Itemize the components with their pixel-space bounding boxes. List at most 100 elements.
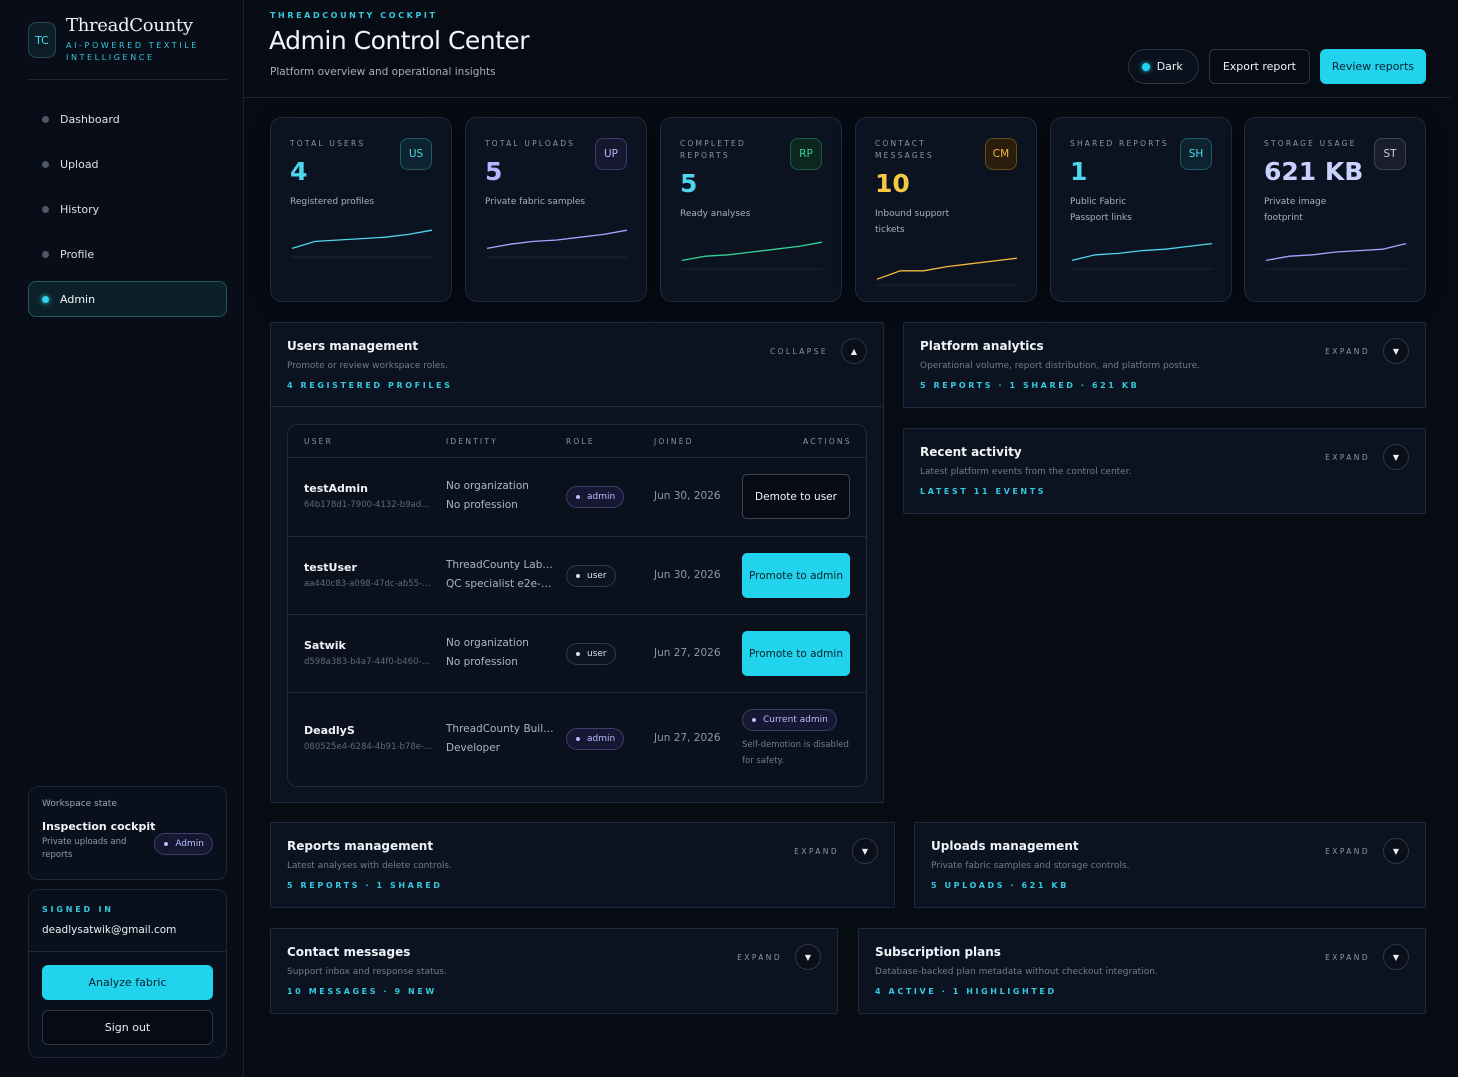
metric-value: 5	[680, 169, 698, 198]
expand-toggle[interactable]: EXPAND ▼	[1325, 944, 1409, 970]
user-org: No organization	[446, 637, 529, 649]
user-name: DeadlyS	[304, 724, 355, 737]
panel-title: Subscription plans	[875, 945, 1001, 959]
chevron-down-icon[interactable]: ▼	[1383, 944, 1409, 970]
chevron-down-icon[interactable]: ▼	[795, 944, 821, 970]
theme-toggle[interactable]: Dark	[1127, 49, 1199, 84]
column-header: IDENTITY	[446, 437, 498, 446]
role-badge: admin	[566, 728, 625, 750]
expand-toggle[interactable]: EXPAND ▼	[1325, 444, 1409, 470]
sparkline-line	[486, 229, 628, 250]
user-identity: No organization No profession	[446, 634, 556, 672]
metric-desc: Ready analyses	[680, 209, 751, 219]
user-id: 64b178d1-7900-4132-b9ad…	[304, 500, 430, 510]
page-title: Admin Control Center	[269, 26, 530, 55]
brand[interactable]: TC ThreadCounty AI-POWERED TEXTILE INTEL…	[28, 16, 206, 64]
panel-subtitle: Database-backed plan metadata without ch…	[875, 967, 1158, 977]
panel-subtitle: Latest platform events from the control …	[920, 467, 1132, 477]
chevron-up-icon[interactable]: ▲	[841, 338, 867, 364]
panel-title: Recent activity	[920, 445, 1022, 459]
expand-toggle[interactable]: EXPAND ▼	[1325, 338, 1409, 364]
panel-title: Uploads management	[931, 839, 1079, 853]
account-divider	[29, 951, 226, 952]
metric-sparkline	[876, 257, 1018, 286]
metric-value: 10	[875, 169, 910, 198]
storage-badge-icon: ST	[1374, 138, 1406, 170]
table-header: USER IDENTITY ROLE JOINED ACTIONS	[288, 425, 866, 458]
panel-title: Contact messages	[287, 945, 411, 959]
metric-sparkline	[486, 229, 628, 258]
analyze-fabric-button[interactable]: Analyze fabric	[42, 965, 213, 1000]
panel-subtitle: Private fabric samples and storage contr…	[931, 861, 1130, 871]
joined-date: Jun 30, 2026	[654, 490, 721, 502]
user-profession: No profession	[446, 656, 518, 668]
sidebar-item-profile[interactable]: Profile	[28, 236, 227, 272]
joined-date: Jun 27, 2026	[654, 732, 721, 744]
metric-card-uploads: TOTAL UPLOADS UP 5 Private fabric sample…	[465, 117, 647, 302]
table-row: testAdmin 64b178d1-7900-4132-b9ad… No or…	[288, 458, 866, 537]
metric-card-users: TOTAL USERS US 4 Registered profiles	[270, 117, 452, 302]
panel-title: Users management	[287, 339, 419, 353]
uploads-management-panel: Uploads management Private fabric sample…	[914, 822, 1426, 908]
role-badge: user	[566, 565, 616, 587]
demote-button[interactable]: Demote to user	[742, 474, 850, 519]
role-badge: admin	[566, 486, 625, 508]
subscription-plans-panel: Subscription plans Database-backed plan …	[858, 928, 1426, 1014]
workspace-role-badge: Admin	[154, 833, 213, 855]
sidebar-item-label: Profile	[60, 247, 95, 261]
workspace-state-card: Workspace state Inspection cockpit Priva…	[28, 786, 227, 880]
recent-activity-panel: Recent activity Latest platform events f…	[903, 428, 1426, 514]
workspace-name: Inspection cockpit	[42, 820, 156, 833]
metric-label: SHARED REPORTS	[1070, 139, 1169, 148]
sidebar-item-admin[interactable]: Admin	[28, 281, 227, 317]
chevron-down-icon[interactable]: ▼	[852, 838, 878, 864]
sidebar-item-label: Admin	[60, 292, 96, 306]
metric-card-storage: STORAGE USAGE ST 621 KB Private image fo…	[1244, 117, 1426, 302]
promote-button[interactable]: Promote to admin	[742, 553, 850, 598]
user-profession: QC specialist e2e-p…	[446, 578, 556, 590]
column-header: JOINED	[654, 437, 694, 446]
expand-toggle[interactable]: EXPAND ▼	[794, 838, 878, 864]
column-header: ACTIONS	[803, 437, 852, 446]
expand-toggle[interactable]: EXPAND ▼	[1325, 838, 1409, 864]
sidebar-divider	[28, 79, 227, 80]
sparkline-line	[1265, 242, 1407, 262]
sparkline-line	[291, 229, 433, 250]
promote-button[interactable]: Promote to admin	[742, 631, 850, 676]
contact-badge-icon: CM	[985, 138, 1017, 170]
joined-date: Jun 30, 2026	[654, 569, 721, 581]
sidebar-item-upload[interactable]: Upload	[28, 146, 227, 182]
review-reports-button[interactable]: Review reports	[1319, 49, 1426, 84]
admin-app: TC ThreadCounty AI-POWERED TEXTILE INTEL…	[0, 0, 1458, 1077]
metric-value: 1	[1070, 157, 1088, 186]
sidebar-item-dashboard[interactable]: Dashboard	[28, 101, 227, 137]
user-identity: No organization No profession	[446, 477, 556, 515]
chevron-down-icon[interactable]: ▼	[1383, 444, 1409, 470]
panel-subtitle: Latest analyses with delete controls.	[287, 861, 452, 871]
panel-meta: 5 UPLOADS · 621 KB	[931, 881, 1069, 890]
toggle-label: EXPAND	[794, 846, 839, 856]
self-demotion-note: Self-demotion is disabled for safety.	[742, 740, 849, 766]
sign-out-button[interactable]: Sign out	[42, 1010, 213, 1045]
sidebar-item-history[interactable]: History	[28, 191, 227, 227]
panel-meta: 5 REPORTS · 1 SHARED	[287, 881, 443, 890]
toggle-label: EXPAND	[1325, 452, 1370, 462]
column-header: USER	[304, 437, 334, 446]
metric-card-reports: COMPLETED REPORTS RP 5 Ready analyses	[660, 117, 842, 302]
chevron-down-icon[interactable]: ▼	[1383, 338, 1409, 364]
export-report-button[interactable]: Export report	[1208, 49, 1310, 84]
panel-meta: 5 REPORTS · 1 SHARED · 621 KB	[920, 381, 1140, 390]
workspace-desc: Private uploads and reports	[42, 837, 127, 860]
metric-label: STORAGE USAGE	[1264, 139, 1357, 148]
contact-messages-panel: Contact messages Support inbox and respo…	[270, 928, 838, 1014]
chevron-down-icon[interactable]: ▼	[1383, 838, 1409, 864]
brand-name: ThreadCounty	[66, 15, 193, 36]
page-header: THREADCOUNTY COCKPIT Admin Control Cente…	[244, 0, 1451, 98]
collapse-toggle[interactable]: COLLAPSE ▲	[770, 338, 867, 364]
table-row: testUser aa440c83-a098-47dc-ab55-… Threa…	[288, 537, 866, 615]
metric-value: 5	[485, 157, 503, 186]
current-admin-badge: Current admin	[742, 709, 837, 731]
expand-toggle[interactable]: EXPAND ▼	[737, 944, 821, 970]
joined-date: Jun 27, 2026	[654, 647, 721, 659]
panel-meta: LATEST 11 EVENTS	[920, 487, 1047, 496]
